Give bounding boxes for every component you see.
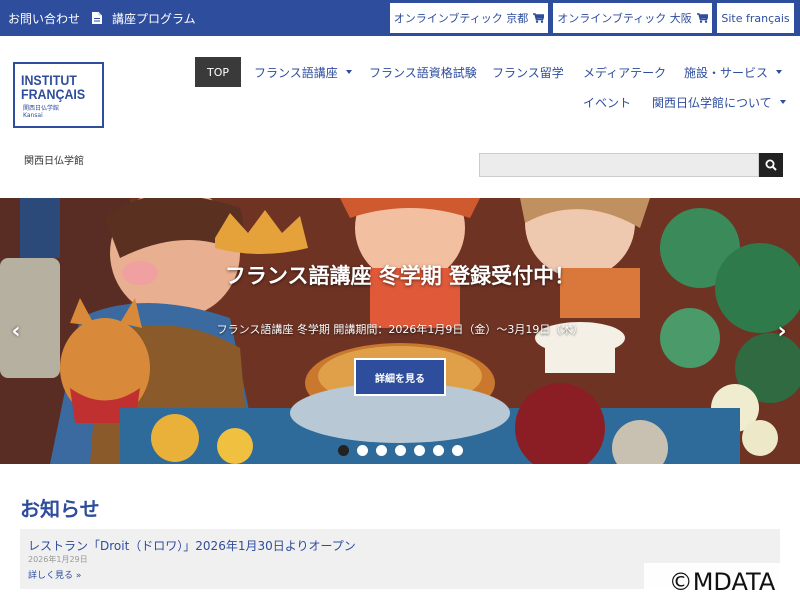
search-input[interactable] — [479, 153, 759, 177]
carousel-dot[interactable] — [338, 445, 349, 456]
cart-icon — [533, 13, 546, 23]
boutique-kyoto-button[interactable]: オンラインブティック 京都 — [389, 2, 549, 34]
boutique-kyoto-label: オンラインブティック 京都 — [393, 12, 529, 25]
carousel-dot[interactable] — [395, 445, 406, 456]
nav-facilities-label: 施設・サービス — [684, 65, 769, 80]
chevron-down-icon — [776, 70, 783, 74]
site-francais-button[interactable]: Site français — [716, 2, 795, 34]
nav-exams[interactable]: フランス語資格試験 — [369, 57, 477, 87]
logo-line-1: INSTITUT — [21, 73, 77, 88]
carousel-dot[interactable] — [414, 445, 425, 456]
breadcrumb: 関西日仏学館 — [24, 156, 84, 167]
chevron-down-icon — [779, 100, 786, 104]
logo-line-3: 関西日仏学館 — [23, 105, 60, 112]
carousel-prev-icon[interactable]: ‹ — [6, 318, 26, 344]
boutique-osaka-label: オンラインブティック 大阪 — [557, 12, 692, 25]
program-link-label: 講座プログラム — [112, 11, 196, 26]
nav-facilities[interactable]: 施設・サービス — [684, 57, 783, 87]
logo-line-4: Kansai — [23, 112, 43, 119]
nav-courses[interactable]: フランス語講座 — [254, 57, 352, 87]
program-link[interactable]: 講座プログラム — [92, 0, 196, 36]
carousel-dot[interactable] — [376, 445, 387, 456]
nav-events[interactable]: イベント — [583, 87, 631, 117]
nav-top[interactable]: TOP — [195, 57, 241, 87]
hero-carousel[interactable]: フランス語講座 冬学期 登録受付中！ フランス語講座 冬学期 開講期間：2026… — [0, 198, 800, 464]
details-button[interactable]: 詳細を見る — [354, 358, 446, 396]
boutique-osaka-button[interactable]: オンラインブティック 大阪 — [552, 2, 713, 34]
news-item-title[interactable]: レストラン「Droit（ドロワ）」2026年1月30日よりオープン — [28, 537, 356, 554]
nav-study-abroad[interactable]: フランス留学 — [492, 57, 564, 87]
document-icon — [92, 12, 102, 24]
watermark: ©MDATA — [644, 563, 800, 600]
news-heading: お知らせ — [20, 497, 100, 521]
carousel-next-icon[interactable]: › — [772, 318, 792, 344]
cart-icon — [696, 13, 709, 23]
hero-title: フランス語講座 冬学期 登録受付中！ — [224, 264, 576, 288]
chevron-down-icon — [345, 70, 352, 74]
institut-francais-logo[interactable]: INSTITUT FRANÇAIS 関西日仏学館 Kansai — [13, 62, 104, 128]
news-item-date: 2026年1月29日 — [28, 555, 88, 564]
logo-line-2: FRANÇAIS — [21, 87, 86, 102]
hero-subtitle: フランス語講座 冬学期 開講期間：2026年1月9日（金）～3月19日（木） — [216, 323, 584, 336]
carousel-indicators — [338, 445, 471, 456]
search-button[interactable] — [759, 153, 783, 177]
nav-courses-label: フランス語講座 — [254, 65, 338, 80]
carousel-dot[interactable] — [452, 445, 463, 456]
read-more-link[interactable]: 詳しく見る » — [28, 568, 81, 581]
search-icon — [765, 156, 777, 175]
nav-about-label: 関西日仏学館について — [652, 95, 772, 110]
nav-mediatheque[interactable]: メディアテーク — [583, 57, 666, 87]
carousel-dot[interactable] — [433, 445, 444, 456]
nav-about[interactable]: 関西日仏学館について — [652, 87, 786, 117]
contact-link[interactable]: お問い合わせ — [8, 0, 80, 36]
top-bar: お問い合わせ 講座プログラム オンラインブティック 京都 オンラインブティック … — [0, 0, 800, 36]
carousel-dot[interactable] — [357, 445, 368, 456]
